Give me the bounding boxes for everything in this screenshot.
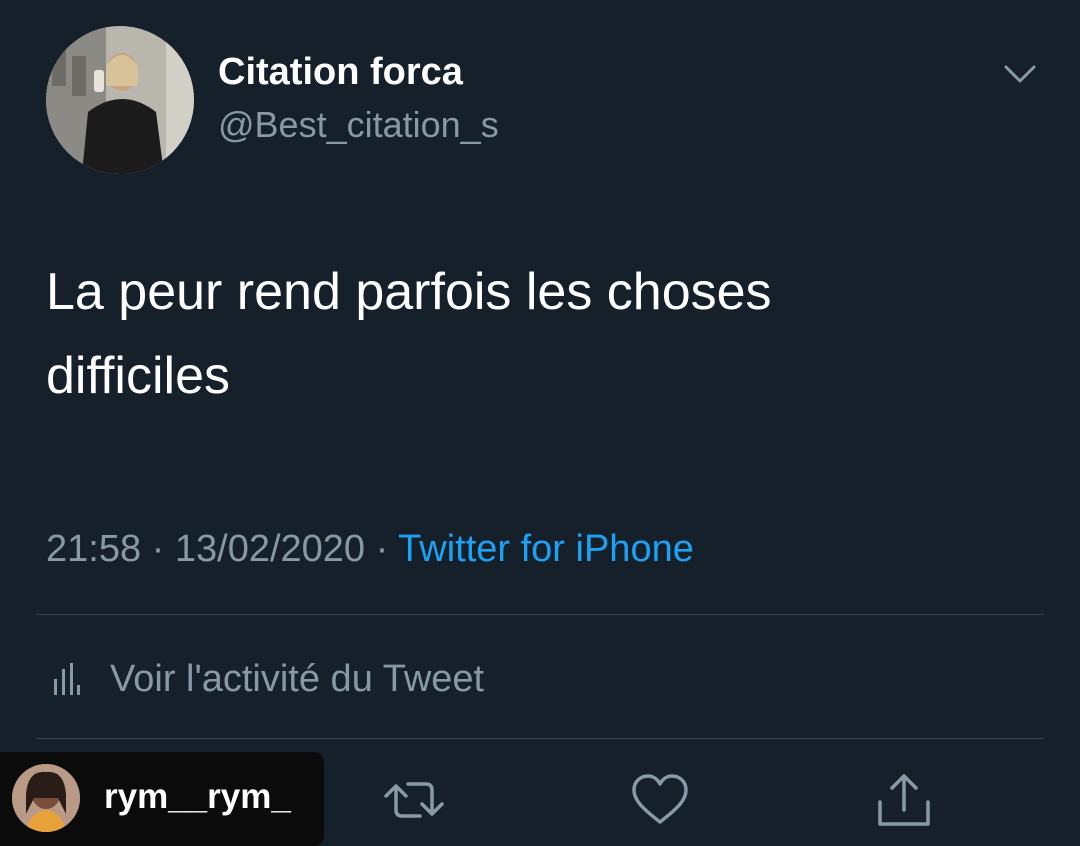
- tweet-text-line-2: difficiles: [46, 347, 231, 405]
- author-handle[interactable]: @Best_citation_s: [218, 104, 499, 146]
- tweet-source-link[interactable]: Twitter for iPhone: [398, 528, 694, 570]
- chevron-down-icon[interactable]: [1002, 62, 1038, 86]
- repost-avatar-photo: [12, 764, 80, 832]
- heart-icon[interactable]: [630, 770, 690, 830]
- tweet-date: 13/02/2020: [174, 528, 366, 570]
- author-avatar[interactable]: [46, 26, 194, 174]
- share-icon[interactable]: [874, 770, 934, 830]
- divider: [36, 738, 1044, 739]
- repost-user-avatar[interactable]: [12, 764, 80, 832]
- meta-separator: ·: [141, 528, 175, 570]
- bar-chart-icon: [54, 663, 80, 695]
- tweet-activity-label: Voir l'activité du Tweet: [110, 657, 485, 700]
- tweet-meta: 21:58 · 13/02/2020 · Twitter for iPhone: [46, 526, 694, 572]
- meta-separator: ·: [365, 528, 399, 570]
- repost-username[interactable]: rym__rym_: [104, 776, 291, 818]
- tweet-activity-link[interactable]: Voir l'activité du Tweet: [52, 656, 484, 702]
- tweet-time: 21:58: [46, 528, 142, 570]
- avatar-photo: [46, 26, 194, 174]
- repost-credit-badge[interactable]: rym__rym_: [0, 752, 324, 846]
- divider: [36, 614, 1044, 615]
- tweet-text: La peur rend parfois les choses difficile…: [46, 250, 1026, 418]
- tweet-text-line-1: La peur rend parfois les choses: [46, 263, 772, 321]
- retweet-icon[interactable]: [384, 770, 444, 830]
- author-display-name[interactable]: Citation forca: [218, 50, 463, 94]
